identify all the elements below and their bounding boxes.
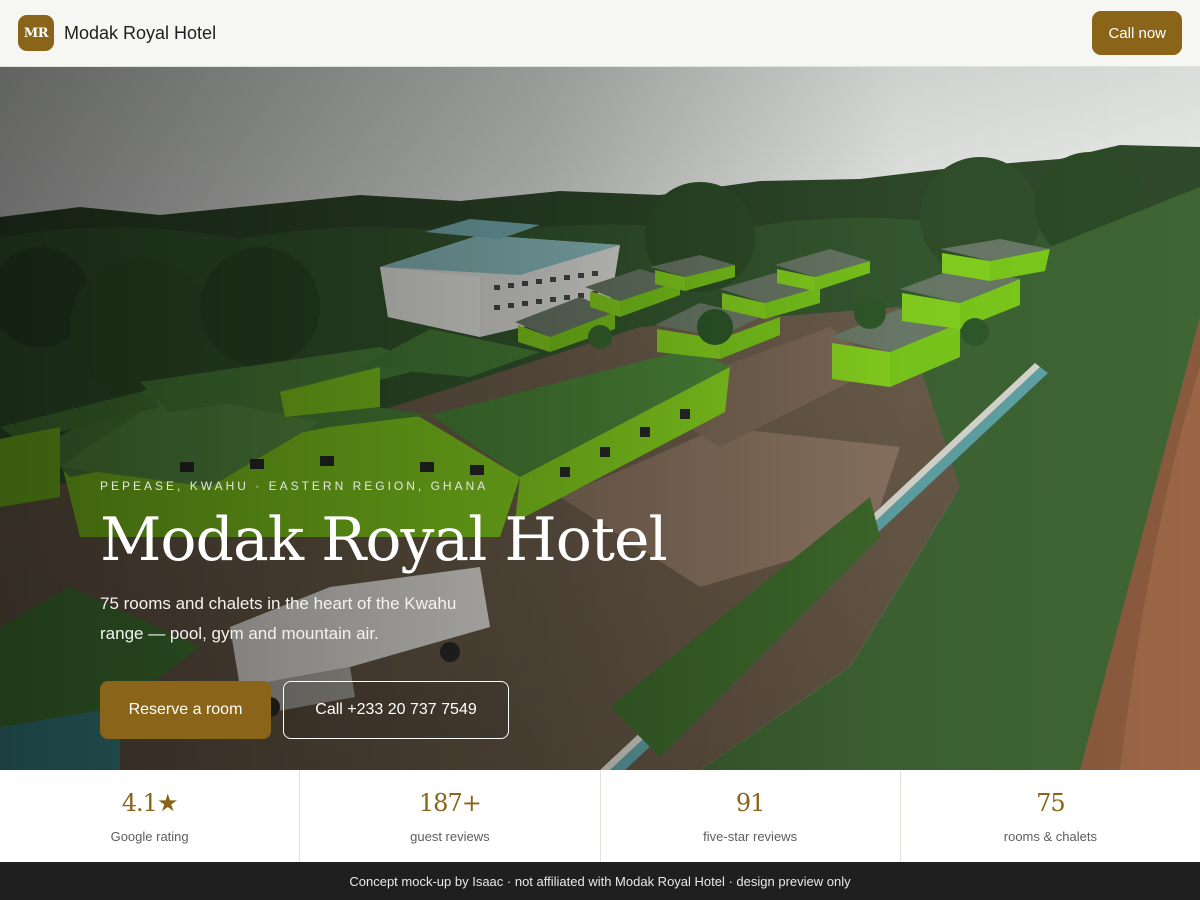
stat-label: guest reviews	[410, 828, 490, 844]
brand[interactable]: MR Modak Royal Hotel	[18, 15, 216, 51]
stats-bar: 4.1★ Google rating 187+ guest reviews 91…	[0, 770, 1200, 862]
stat-rooms-chalets: 75 rooms & chalets	[901, 770, 1200, 862]
stat-value: 4.1★	[121, 788, 179, 817]
hero-section: PEPEASE, KWAHU · EASTERN REGION, GHANA M…	[0, 67, 1200, 770]
brand-name[interactable]: Modak Royal Hotel	[64, 23, 216, 44]
footer-disclaimer: Concept mock-up by Isaac · not affiliate…	[0, 862, 1200, 900]
reserve-room-button[interactable]: Reserve a room	[100, 681, 271, 739]
stat-value: 91	[735, 788, 766, 817]
hero-subtitle: 75 rooms and chalets in the heart of the…	[100, 594, 457, 643]
stat-value: 187+	[418, 788, 482, 817]
stat-guest-reviews: 187+ guest reviews	[300, 770, 601, 862]
hero-cta-row: Reserve a room Call +233 20 737 7549	[100, 681, 720, 739]
hero-content: PEPEASE, KWAHU · EASTERN REGION, GHANA M…	[100, 479, 720, 739]
call-now-button[interactable]: Call now	[1092, 11, 1182, 55]
hero-location: PEPEASE, KWAHU · EASTERN REGION, GHANA	[100, 479, 489, 493]
stat-google-rating: 4.1★ Google rating	[0, 770, 301, 862]
stat-value: 75	[1036, 788, 1066, 817]
call-phone-button[interactable]: Call +233 20 737 7549	[283, 681, 509, 739]
stat-label: five-star reviews	[703, 828, 798, 844]
site-header: MR Modak Royal Hotel Call now	[0, 0, 1200, 67]
stat-label: Google rating	[110, 828, 189, 844]
hero-title: Modak Royal Hotel	[100, 505, 668, 575]
logo-badge[interactable]: MR	[18, 15, 54, 51]
stat-label: rooms & chalets	[1003, 828, 1097, 844]
stat-five-star-reviews: 91 five-star reviews	[601, 770, 901, 862]
